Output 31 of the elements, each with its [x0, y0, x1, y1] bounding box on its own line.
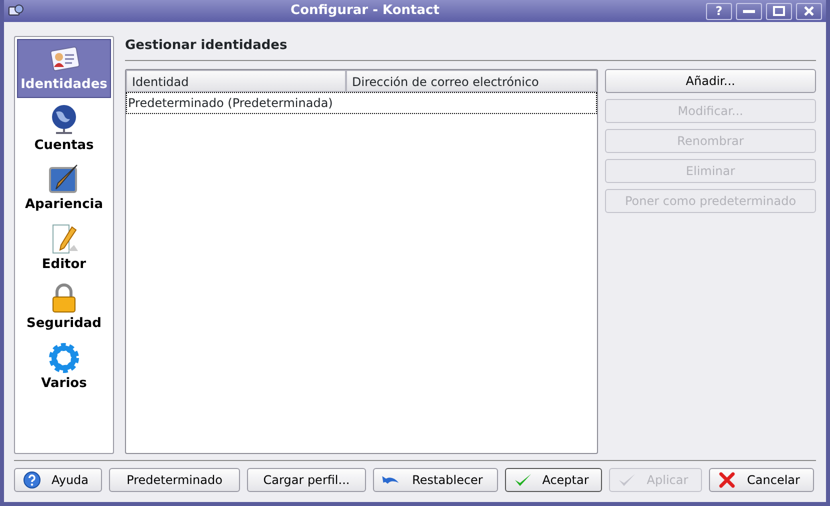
close-icon: [804, 6, 814, 16]
column-header[interactable]: Dirección de correo electrónico: [346, 70, 597, 92]
sidebar-item[interactable]: Varios: [17, 338, 111, 395]
sidebar-item[interactable]: Editor: [17, 220, 111, 276]
dialog-button[interactable]: Cancelar: [709, 468, 814, 492]
column-header[interactable]: Identidad: [126, 70, 346, 92]
sidebar-item[interactable]: Identidades: [17, 39, 111, 98]
app-icon: [8, 4, 24, 18]
table-row[interactable]: Predeterminado (Predeterminada): [126, 92, 597, 114]
action-button[interactable]: Añadir...: [605, 68, 816, 92]
dialog-button[interactable]: Cargar perfil...: [247, 468, 366, 492]
sidebar-item[interactable]: Cuentas: [17, 100, 111, 157]
help-icon: [23, 471, 41, 489]
maximize-icon: [773, 6, 785, 16]
minimize-button[interactable]: [736, 2, 762, 20]
sidebar-item[interactable]: Seguridad: [17, 279, 111, 336]
paintbrush-icon: [48, 163, 80, 195]
close-button[interactable]: [796, 2, 822, 20]
page-title: Gestionar identidades: [125, 36, 816, 60]
undo-arrow-icon: [382, 474, 400, 486]
dialog-button[interactable]: Ayuda: [14, 468, 102, 492]
help-button[interactable]: ?: [706, 2, 732, 20]
cancel-icon: [718, 471, 736, 489]
dialog-button[interactable]: Predeterminado: [109, 468, 240, 492]
maximize-button[interactable]: [766, 2, 792, 20]
dialog-button[interactable]: Restablecer: [373, 468, 498, 492]
minimize-icon: [743, 10, 755, 12]
window-title: Configurar - Kontact: [290, 2, 440, 20]
sidebar-item[interactable]: Apariencia: [17, 160, 111, 216]
dialog-button[interactable]: Aceptar: [505, 468, 602, 492]
gear-icon: [48, 342, 80, 374]
